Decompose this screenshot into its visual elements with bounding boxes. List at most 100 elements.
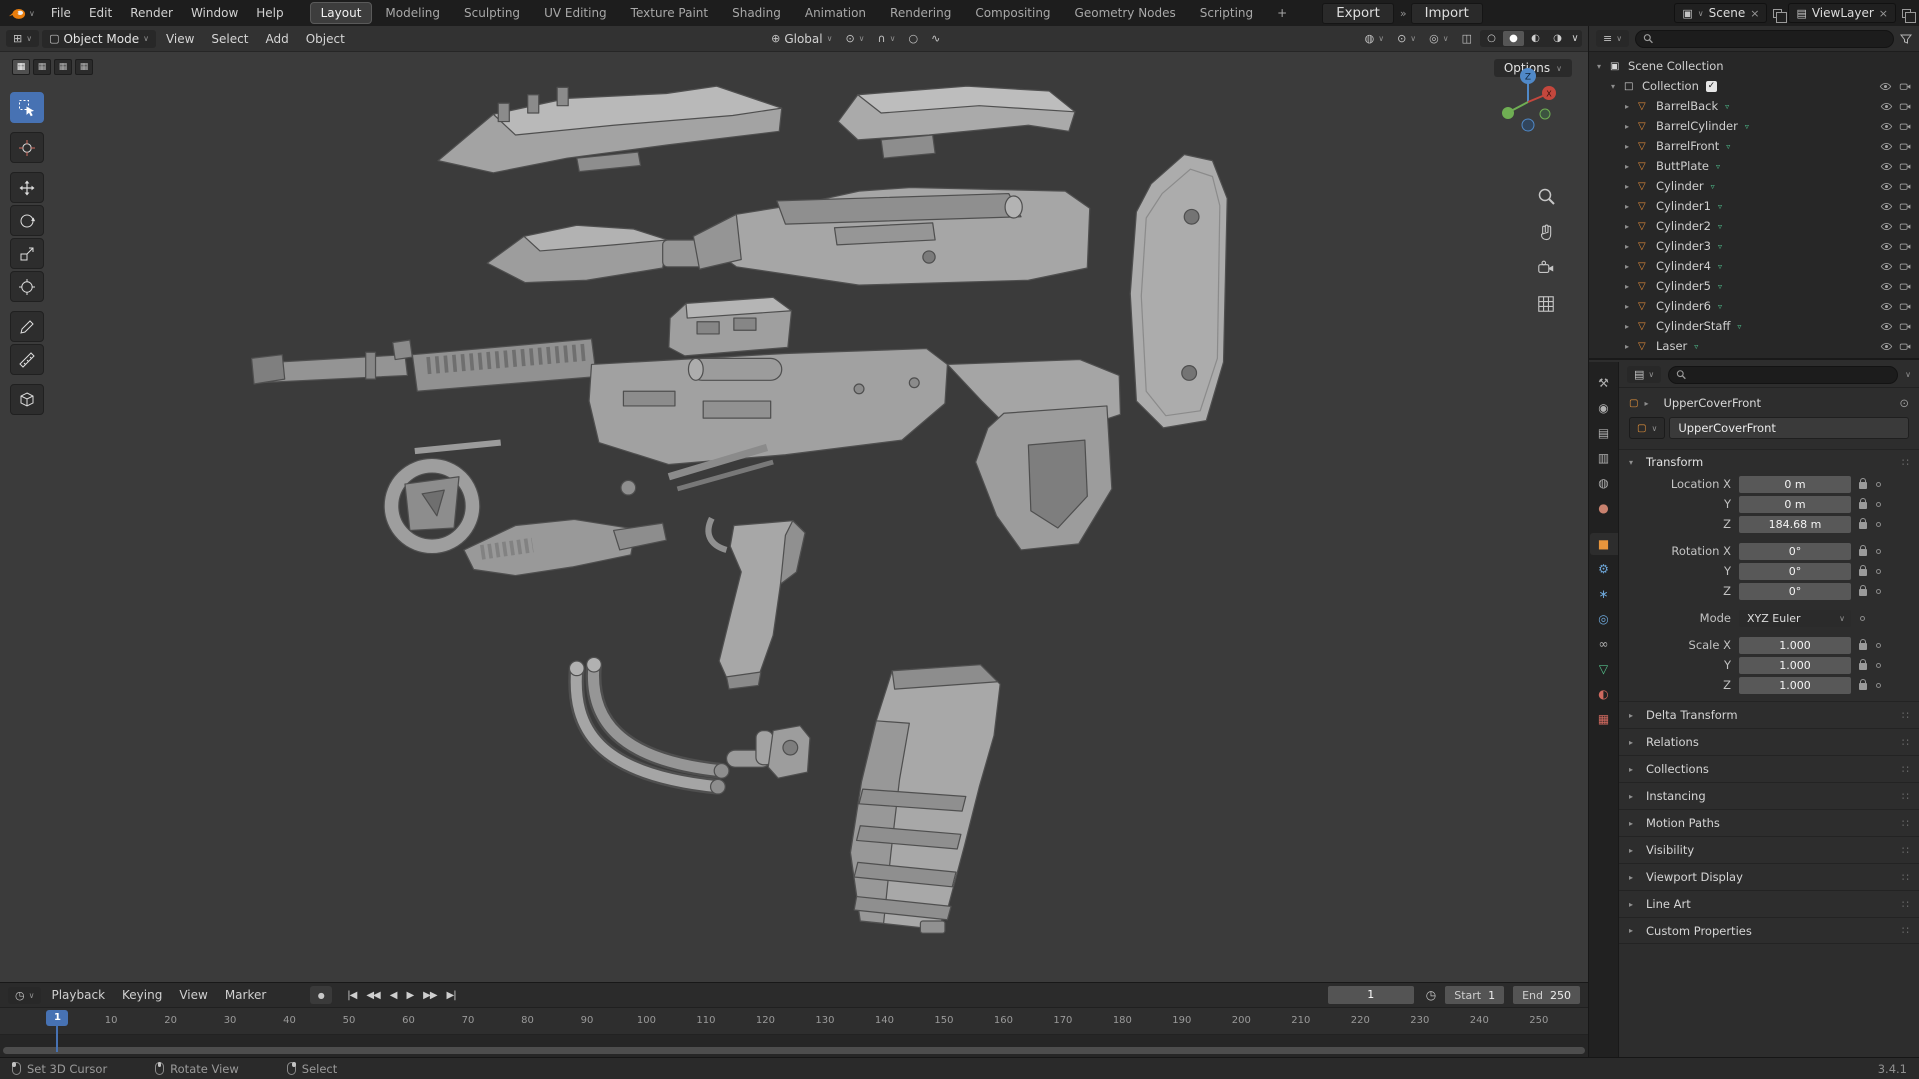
- outliner-collection[interactable]: ▾ □ Collection ✓: [1589, 76, 1919, 96]
- tab-layout[interactable]: Layout: [309, 2, 373, 24]
- menu-file[interactable]: File: [43, 3, 79, 23]
- scale-y-field[interactable]: 1.000: [1739, 656, 1851, 674]
- menu-object[interactable]: Object: [299, 30, 352, 48]
- section-instancing[interactable]: ▸ Instancing ∷: [1619, 782, 1919, 809]
- tab-compositing[interactable]: Compositing: [964, 2, 1061, 24]
- model-top-rail[interactable]: [437, 85, 783, 174]
- select-mode-subtract-button[interactable]: ▦: [54, 59, 72, 75]
- transform-orientation-dropdown[interactable]: ⊕ Global ∨: [766, 32, 837, 46]
- model-front-grip-ring[interactable]: [383, 439, 502, 555]
- disable-render-icon[interactable]: [1899, 220, 1912, 233]
- select-box-tool[interactable]: [10, 92, 44, 123]
- scale-tool[interactable]: [10, 238, 44, 269]
- stopwatch-icon[interactable]: ◷: [1426, 988, 1436, 1002]
- tab-modeling[interactable]: Modeling: [374, 2, 451, 24]
- scale-x-field[interactable]: 1.000: [1739, 636, 1851, 654]
- shading-material-button[interactable]: ◐: [1525, 31, 1546, 46]
- properties-search-input[interactable]: [1691, 368, 1891, 381]
- disable-render-icon[interactable]: [1899, 340, 1912, 353]
- hide-viewport-icon[interactable]: [1880, 340, 1893, 353]
- shading-wireframe-button[interactable]: ○: [1481, 31, 1502, 46]
- animate-dot[interactable]: [1876, 682, 1881, 688]
- import-button[interactable]: Import: [1410, 2, 1483, 24]
- cursor-tool[interactable]: [10, 132, 44, 163]
- previous-keyframe-button[interactable]: ◀◀: [362, 988, 383, 1003]
- hide-viewport-icon[interactable]: [1880, 140, 1893, 153]
- expand-icon[interactable]: ▸: [1625, 342, 1638, 351]
- location-z-field[interactable]: 184.68 m: [1739, 515, 1851, 533]
- section-viewport-display[interactable]: ▸ Viewport Display ∷: [1619, 863, 1919, 890]
- outliner-item[interactable]: ▸ ▽ CylinderStaff ▿: [1589, 316, 1919, 336]
- rotate-tool[interactable]: [10, 205, 44, 236]
- rotation-x-field[interactable]: 0°: [1739, 542, 1851, 560]
- outliner-scene-collection[interactable]: ▾ ▣ Scene Collection: [1589, 56, 1919, 76]
- measure-tool[interactable]: [10, 344, 44, 375]
- remove-viewlayer-icon[interactable]: ×: [1879, 7, 1888, 20]
- transform-tool[interactable]: [10, 271, 44, 302]
- lock-icon[interactable]: [1859, 518, 1867, 529]
- hide-viewport-icon[interactable]: [1880, 180, 1893, 193]
- filter-icon[interactable]: [1900, 33, 1912, 45]
- object-id-chip[interactable]: ▢ ∨: [1629, 417, 1666, 439]
- rotation-z-field[interactable]: 0°: [1739, 582, 1851, 600]
- menu-edit[interactable]: Edit: [81, 3, 120, 23]
- pivot-point-dropdown[interactable]: ⊙ ∨: [840, 32, 869, 45]
- drag-handle-icon[interactable]: ∷: [1902, 924, 1909, 937]
- hide-viewport-icon[interactable]: [1880, 220, 1893, 233]
- disable-render-icon[interactable]: [1899, 300, 1912, 313]
- mode-dropdown[interactable]: ▢ Object Mode ∨: [42, 29, 156, 48]
- scene-selector[interactable]: ▣ ∨ Scene ×: [1674, 3, 1768, 23]
- timeline-ruler-area[interactable]: 10 20 30 40 50 60 70 80 90 100 110 120 130 140 150 160 1…: [0, 1008, 1588, 1057]
- lock-icon[interactable]: [1859, 478, 1867, 489]
- drag-handle-icon[interactable]: ∷: [1902, 871, 1909, 884]
- object-data-properties-tab[interactable]: ▽: [1590, 658, 1618, 680]
- model-main-body[interactable]: [250, 338, 1122, 553]
- menu-playback[interactable]: Playback: [44, 986, 112, 1004]
- outliner-search[interactable]: [1635, 29, 1894, 48]
- model-connector[interactable]: [725, 725, 811, 779]
- proportional-editing-toggle[interactable]: ○: [903, 32, 923, 45]
- tab-scripting[interactable]: Scripting: [1189, 2, 1264, 24]
- ortho-toggle-button[interactable]: [1536, 294, 1556, 314]
- disable-render-icon[interactable]: [1899, 200, 1912, 213]
- shading-solid-button[interactable]: ●: [1503, 31, 1525, 46]
- outliner-editor-dropdown[interactable]: ≡ ∨: [1596, 30, 1630, 47]
- lock-icon[interactable]: [1859, 498, 1867, 509]
- add-workspace-button[interactable]: +: [1266, 2, 1298, 24]
- chevron-down-icon[interactable]: ∨: [1905, 370, 1911, 379]
- outliner-item[interactable]: ▸ ▽ Cylinder5 ▿: [1589, 276, 1919, 296]
- tab-geometry-nodes[interactable]: Geometry Nodes: [1064, 2, 1187, 24]
- tool-properties-tab[interactable]: ⚒: [1590, 372, 1618, 394]
- physics-properties-tab[interactable]: ◎: [1590, 608, 1618, 630]
- properties-editor-dropdown[interactable]: ▤ ∨: [1627, 366, 1662, 383]
- lock-icon[interactable]: [1859, 585, 1867, 596]
- disable-render-icon[interactable]: [1899, 120, 1912, 133]
- constraints-properties-tab[interactable]: ∞: [1590, 633, 1618, 655]
- play-button[interactable]: ▶: [402, 988, 417, 1003]
- camera-view-button[interactable]: [1536, 258, 1556, 278]
- scale-z-field[interactable]: 1.000: [1739, 676, 1851, 694]
- view-layer-properties-tab[interactable]: ▥: [1590, 447, 1618, 469]
- tab-rendering[interactable]: Rendering: [879, 2, 962, 24]
- particles-properties-tab[interactable]: ∗: [1590, 583, 1618, 605]
- modifiers-properties-tab[interactable]: ⚙: [1590, 558, 1618, 580]
- properties-search[interactable]: [1668, 365, 1899, 384]
- section-line-art[interactable]: ▸ Line Art ∷: [1619, 890, 1919, 917]
- axis-y-negative-handle[interactable]: [1539, 108, 1551, 120]
- disable-render-icon[interactable]: [1899, 280, 1912, 293]
- hide-viewport-icon[interactable]: [1880, 200, 1893, 213]
- tab-sculpting[interactable]: Sculpting: [453, 2, 531, 24]
- export-button[interactable]: Export: [1322, 2, 1394, 24]
- annotate-tool[interactable]: [10, 311, 44, 342]
- rotation-mode-dropdown[interactable]: XYZ Euler ∨: [1739, 609, 1851, 627]
- drag-handle-icon[interactable]: ∷: [1902, 817, 1909, 830]
- disable-render-icon[interactable]: [1899, 240, 1912, 253]
- model-receiver-top[interactable]: [692, 186, 1091, 286]
- jump-to-start-button[interactable]: |◀: [343, 988, 360, 1003]
- model-barrel-front[interactable]: [486, 224, 717, 284]
- drag-handle-icon[interactable]: ∷: [1902, 790, 1909, 803]
- animate-dot[interactable]: [1876, 548, 1881, 554]
- lock-icon[interactable]: [1859, 545, 1867, 556]
- rotation-y-field[interactable]: 0°: [1739, 562, 1851, 580]
- playhead[interactable]: 1: [46, 1010, 69, 1026]
